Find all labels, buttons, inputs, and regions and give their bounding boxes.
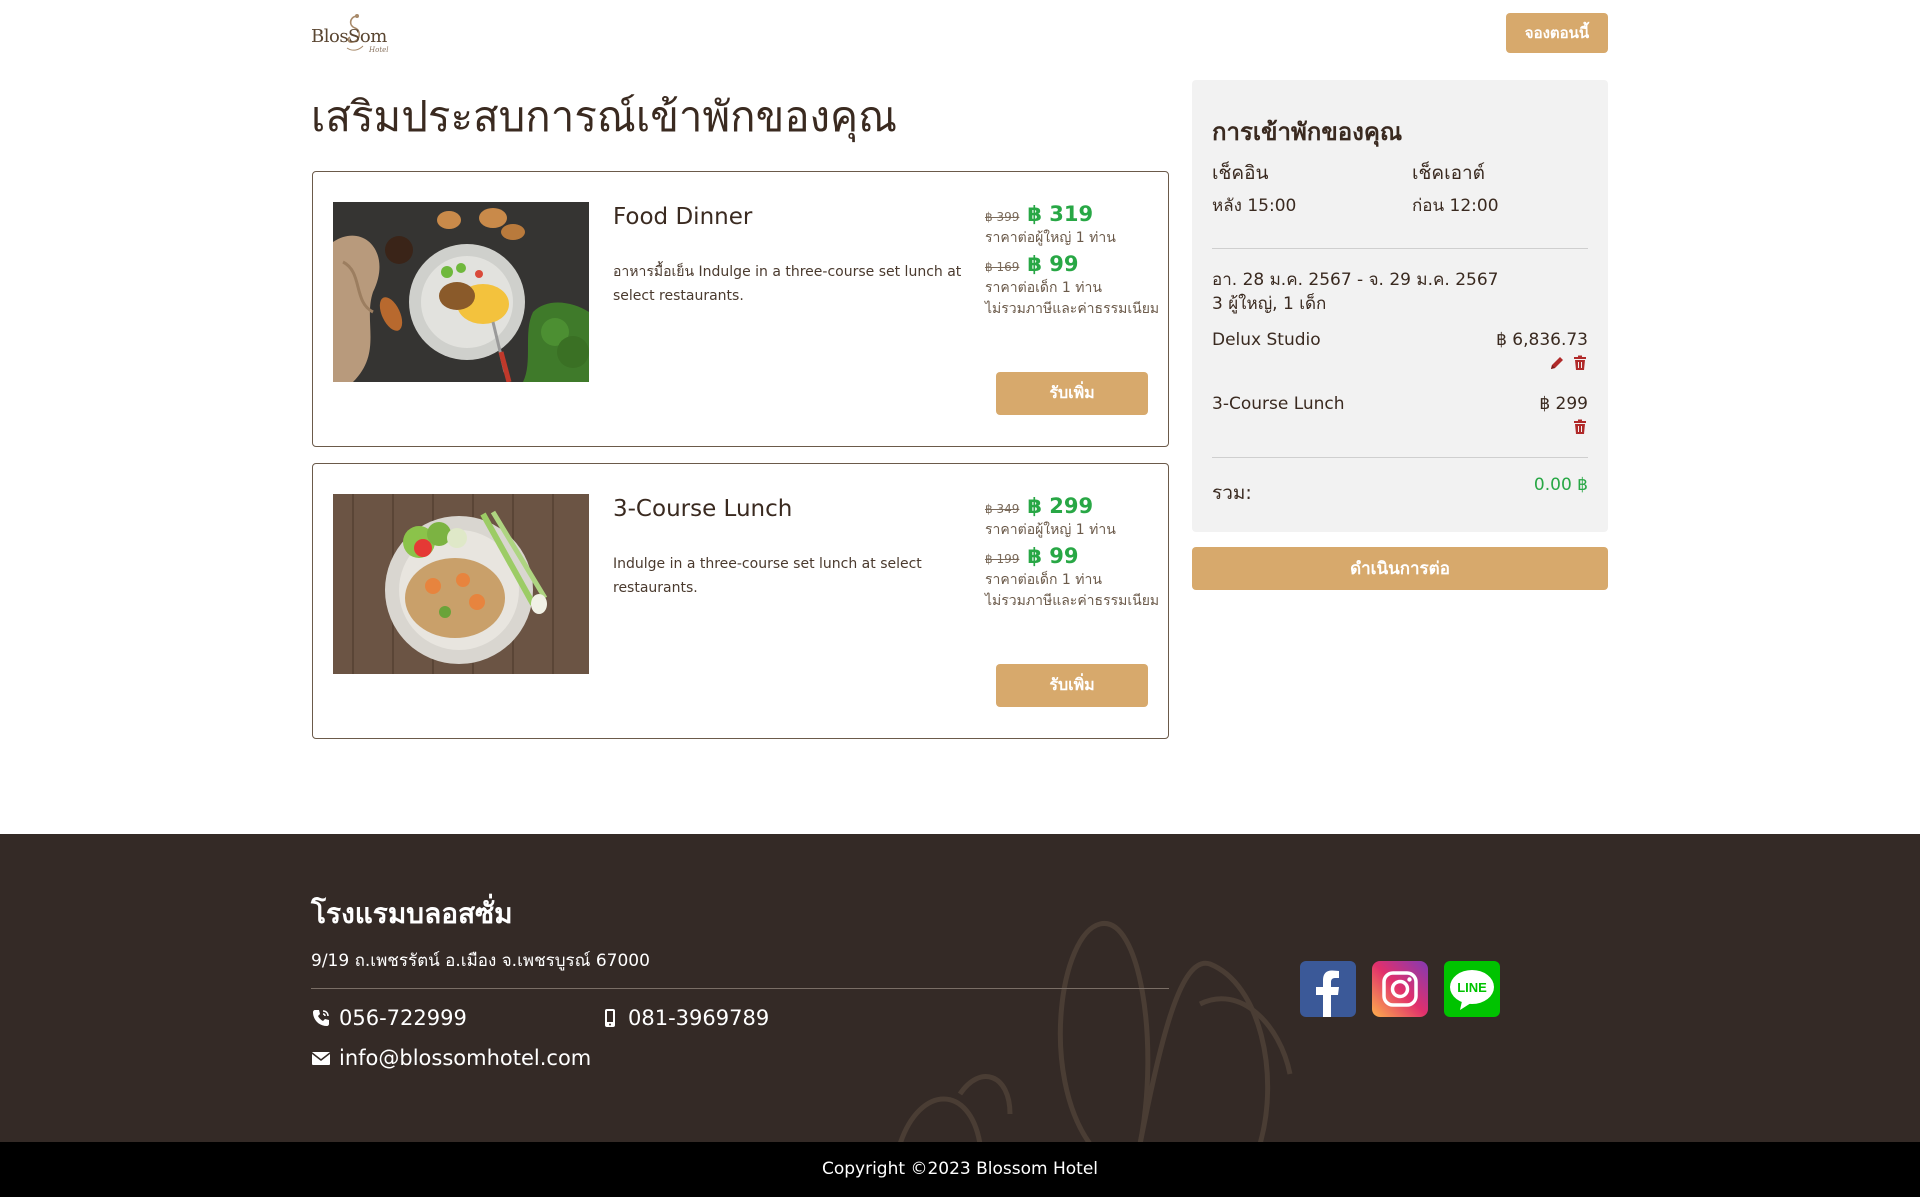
phone-icon	[313, 1010, 329, 1026]
footer-hotel-name: โรงแรมบลอสซั่ม	[311, 897, 513, 930]
add-lunch-button[interactable]: รับเพิ่ม	[996, 664, 1148, 707]
checkout-value: ก่อน 12:00	[1412, 196, 1499, 216]
edit-icon[interactable]	[1549, 355, 1565, 371]
envelope-icon	[311, 1052, 331, 1065]
line-text: LINE	[1457, 980, 1487, 995]
summary-item-price: ฿ 299	[1539, 394, 1588, 414]
add-food-dinner-button[interactable]: รับเพิ่ม	[996, 372, 1148, 415]
delete-icon[interactable]	[1572, 355, 1588, 371]
proceed-button[interactable]: ดำเนินการต่อ	[1192, 547, 1608, 590]
footer-email[interactable]: info@blossomhotel.com	[311, 1046, 591, 1070]
product-card: 3-Course Lunch Indulge in a three-course…	[312, 463, 1169, 739]
copyright-text: Copyright ©2023 Blossom Hotel	[821, 1159, 1099, 1179]
hotel-logo[interactable]: BlosSom Hotel	[311, 12, 389, 54]
child-new-price: ฿ 99	[1027, 252, 1079, 276]
adult-old-price: ฿ 349	[985, 502, 1020, 516]
mobile-number: 081-3969789	[628, 1006, 770, 1030]
checkin-label: เช็คอิน	[1212, 162, 1269, 184]
product-name: Food Dinner	[613, 204, 753, 230]
logo-text: BlosSom	[311, 26, 387, 47]
adult-new-price: ฿ 319	[1027, 202, 1094, 226]
flower-watermark-icon	[898, 921, 1293, 1142]
adult-old-price: ฿ 399	[985, 210, 1020, 224]
checkout-label: เช็คเอาต์	[1412, 162, 1486, 184]
adult-price-note: ราคาต่อผู้ใหญ่ 1 ท่าน	[985, 522, 1116, 538]
line-bubble-icon: LINE	[1450, 970, 1494, 1010]
checkin-value: หลัง 15:00	[1212, 196, 1297, 216]
page-title: เสริมประสบการณ์เข้าพักของคุณ	[311, 92, 898, 141]
stay-dates: อา. 28 ม.ค. 2567 - จ. 29 ม.ค. 2567	[1212, 270, 1499, 290]
book-now-button[interactable]: จองตอนนี้	[1506, 13, 1608, 53]
child-price-note: ราคาต่อเด็ก 1 ท่าน	[985, 572, 1102, 588]
site-footer: โรงแรมบลอสซั่ม 9/19 ถ.เพชรรัตน์ อ.เมือง …	[0, 834, 1920, 1142]
child-new-price: ฿ 99	[1027, 544, 1079, 568]
product-description: อาหารมื้อเย็น Indulge in a three-course …	[613, 264, 962, 304]
phone-number: 056-722999	[339, 1006, 467, 1030]
email-address: info@blossomhotel.com	[339, 1046, 592, 1070]
summary-title: การเข้าพักของคุณ	[1212, 118, 1403, 146]
facebook-icon[interactable]	[1300, 961, 1356, 1017]
total-value: 0.00 ฿	[1533, 475, 1588, 495]
summary-item-price: ฿ 6,836.73	[1496, 330, 1588, 350]
footer-address: 9/19 ถ.เพชรรัตน์ อ.เมือง จ.เพชรบูรณ์ 670…	[311, 951, 650, 971]
summary-item-name: Delux Studio	[1212, 330, 1321, 350]
tax-note: ไม่รวมภาษีและค่าธรรมเนียม	[985, 593, 1160, 609]
mobile-phone-icon	[605, 1009, 615, 1027]
product-name: 3-Course Lunch	[613, 496, 793, 522]
summary-divider	[1212, 248, 1588, 249]
price-block: ฿ 399 ฿ 319 ราคาต่อผู้ใหญ่ 1 ท่าน ฿ 169 …	[985, 202, 1165, 320]
adult-new-price: ฿ 299	[1027, 494, 1094, 518]
summary-item-name: 3-Course Lunch	[1212, 394, 1345, 414]
adult-price-note: ราคาต่อผู้ใหญ่ 1 ท่าน	[985, 230, 1116, 246]
footer-mobile[interactable]: 081-3969789	[600, 1006, 769, 1030]
logo-subtext: Hotel	[369, 46, 389, 54]
child-old-price: ฿ 199	[985, 552, 1020, 566]
child-price-note: ราคาต่อเด็ก 1 ท่าน	[985, 280, 1102, 296]
product-description: Indulge in a three-course set lunch at s…	[613, 556, 922, 596]
tax-note: ไม่รวมภาษีและค่าธรรมเนียม	[985, 301, 1160, 317]
guest-count: 3 ผู้ใหญ่, 1 เด็ก	[1212, 294, 1327, 314]
copyright-bar: Copyright ©2023 Blossom Hotel	[0, 1142, 1920, 1197]
product-card: Food Dinner อาหารมื้อเย็น Indulge in a t…	[312, 171, 1169, 447]
line-icon[interactable]: LINE	[1444, 961, 1500, 1017]
delete-icon[interactable]	[1572, 419, 1588, 435]
stay-summary-panel: การเข้าพักของคุณ เช็คอิน หลัง 15:00 เช็ค…	[1192, 80, 1608, 532]
price-block: ฿ 349 ฿ 299 ราคาต่อผู้ใหญ่ 1 ท่าน ฿ 199 …	[985, 494, 1165, 612]
child-old-price: ฿ 169	[985, 260, 1020, 274]
food-dinner-photo	[333, 202, 589, 382]
total-label: รวม:	[1212, 482, 1252, 504]
summary-divider	[1212, 457, 1588, 458]
instagram-icon[interactable]	[1372, 961, 1428, 1017]
footer-divider	[311, 988, 1169, 989]
three-course-lunch-photo	[333, 494, 589, 674]
footer-phone[interactable]: 056-722999	[311, 1006, 467, 1030]
site-header: BlosSom Hotel จองตอนนี้	[0, 0, 1920, 66]
